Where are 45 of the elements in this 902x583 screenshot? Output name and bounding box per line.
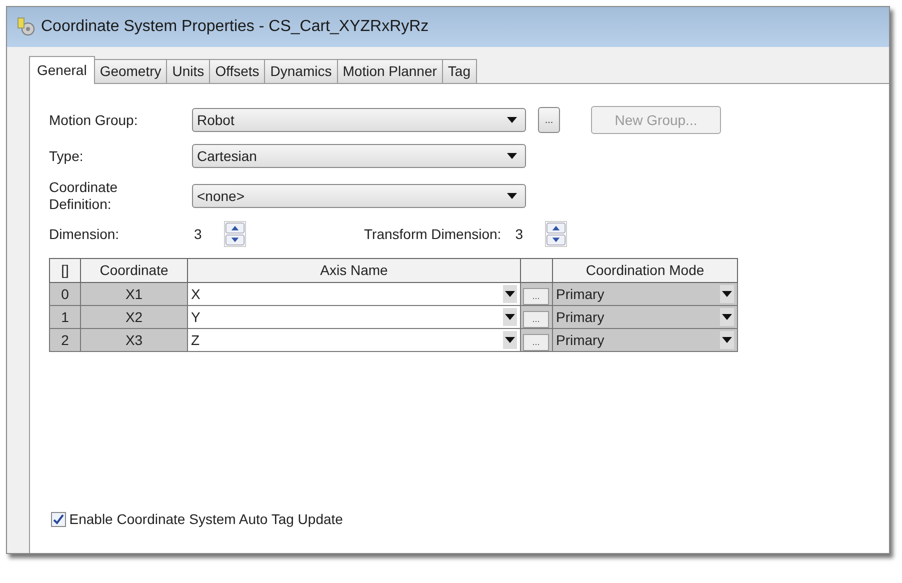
dropdown-arrow-icon [507, 117, 517, 123]
table-cell: X2 [80, 306, 188, 328]
table-cell: 0 [50, 282, 80, 306]
field-label: Motion Group: [49, 110, 139, 130]
spin-arrows-icon[interactable] [545, 221, 568, 247]
tab[interactable]: Geometry [94, 59, 168, 83]
tab[interactable]: Dynamics [264, 59, 338, 83]
table-cell: X1 [80, 282, 188, 306]
dropdown-arrow-icon [722, 337, 732, 343]
dropdown-arrow-icon [505, 314, 515, 320]
column-header: Axis Name [188, 258, 520, 282]
browse-button[interactable]: ... [523, 334, 549, 350]
table-cell: 2 [50, 328, 80, 352]
field-label: Coordinate Definition: [49, 179, 118, 213]
tab[interactable]: Motion Planner [336, 59, 443, 83]
dropdown[interactable]: Robot [192, 108, 526, 132]
dropdown[interactable]: <none> [192, 184, 526, 208]
field-label: Type: [49, 146, 84, 166]
browse-button[interactable]: ... [523, 288, 549, 304]
checkbox[interactable] [51, 512, 66, 527]
dropdown-arrow-icon [722, 314, 732, 320]
spin-box[interactable]: 3 [192, 220, 248, 248]
dropdown[interactable]: Cartesian [192, 144, 526, 168]
tab[interactable]: Offsets [209, 59, 266, 83]
tab[interactable]: General [29, 56, 95, 84]
column-header: Coordination Mode [552, 258, 738, 282]
window-title: Coordinate System Properties - CS_Cart_XYZRxRyRz [41, 17, 429, 37]
dropdown-arrow-icon [507, 193, 517, 199]
dropdown-arrow-icon [722, 291, 732, 297]
spin-box[interactable]: 3 [513, 220, 570, 248]
dropdown-arrow-icon [505, 337, 515, 343]
table-cell: X3 [80, 328, 188, 352]
checkbox-label: Enable Coordinate System Auto Tag Update [69, 510, 343, 529]
field-label: Dimension: [49, 224, 120, 244]
tab[interactable]: Tag [442, 59, 476, 83]
spin-arrows-icon[interactable] [224, 221, 246, 247]
browse-button[interactable]: ... [538, 107, 560, 133]
column-header: [] [50, 258, 80, 282]
table-cell: 1 [50, 306, 80, 328]
browse-button[interactable]: ... [523, 310, 549, 328]
tab[interactable]: Units [166, 59, 210, 83]
column-header: Coordinate [80, 258, 188, 282]
field-label: Transform Dimension: [364, 224, 502, 244]
dropdown-arrow-icon [507, 153, 517, 159]
dropdown-arrow-icon [505, 291, 515, 297]
